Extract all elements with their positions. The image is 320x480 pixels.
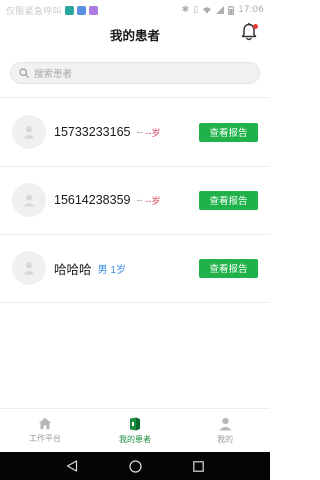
status-time: 17:06 (238, 5, 264, 15)
notification-badge (253, 24, 258, 29)
back-icon[interactable] (66, 460, 78, 472)
nav-bar: 我的患者 (0, 20, 270, 48)
system-navigation-bar (0, 452, 270, 480)
patient-age: 1岁 (110, 264, 127, 276)
search-placeholder: 搜索患者 (34, 69, 73, 80)
person-icon (23, 194, 35, 207)
app-notification-icon (88, 5, 98, 15)
signal-icon (216, 6, 225, 14)
avatar (12, 251, 46, 285)
patient-age: --岁 (145, 195, 161, 206)
tab-me[interactable]: 我的 (180, 409, 270, 452)
wifi-icon (203, 7, 212, 14)
patient-row[interactable]: 15733233165 -- --岁 查看报告 (0, 98, 270, 166)
tab-label: 我的 (217, 434, 233, 444)
person-icon (23, 262, 35, 275)
view-report-button[interactable]: 查看报告 (199, 190, 258, 210)
avatar (12, 115, 46, 149)
bottom-tab-bar: 工作平台 我的患者 我的 (0, 408, 270, 452)
patient-name: 15614238359 (54, 193, 131, 207)
search-input[interactable]: 搜索患者 (10, 62, 260, 84)
recent-apps-icon[interactable] (193, 460, 205, 472)
patient-name: 哈哈哈 (54, 262, 92, 277)
search-icon (19, 68, 29, 78)
view-report-button[interactable]: 查看报告 (199, 258, 258, 278)
patients-icon (130, 417, 140, 430)
tab-label: 我的患者 (119, 434, 151, 444)
page-title: 我的患者 (109, 27, 160, 43)
patient-sex: -- (136, 195, 143, 205)
status-bar: 仅限紧急呼叫 ✱ ▯ 17:06 (0, 0, 270, 20)
person-icon (219, 417, 231, 430)
vibrate-icon: ▯ (193, 5, 199, 15)
view-report-button[interactable]: 查看报告 (199, 122, 258, 142)
notification-button[interactable] (240, 22, 260, 44)
avatar (12, 183, 46, 217)
row-divider (0, 302, 270, 303)
home-circle-icon[interactable] (129, 459, 142, 473)
tab-workbench[interactable]: 工作平台 (0, 409, 90, 452)
app-notification-icon (76, 5, 86, 15)
bluetooth-icon: ✱ (181, 5, 190, 15)
patient-sex: -- (136, 127, 143, 137)
app-notification-icon (64, 5, 74, 15)
patient-row[interactable]: 哈哈哈 男 1岁 查看报告 (0, 234, 270, 302)
carrier-text: 仅限紧急呼叫 (6, 6, 62, 17)
patient-name: 15733233165 (54, 125, 131, 139)
patient-sex: 男 (97, 264, 108, 276)
home-icon (38, 417, 52, 430)
person-icon (23, 126, 35, 139)
battery-icon (228, 5, 235, 15)
tab-label: 工作平台 (29, 434, 61, 443)
status-icons: ✱ ▯ 17:06 (182, 5, 264, 15)
patient-row[interactable]: 15614238359 -- --岁 查看报告 (0, 166, 270, 234)
tab-my-patients[interactable]: 我的患者 (90, 409, 180, 452)
search-area: 搜索患者 (0, 56, 270, 90)
patient-age: --岁 (145, 127, 161, 138)
